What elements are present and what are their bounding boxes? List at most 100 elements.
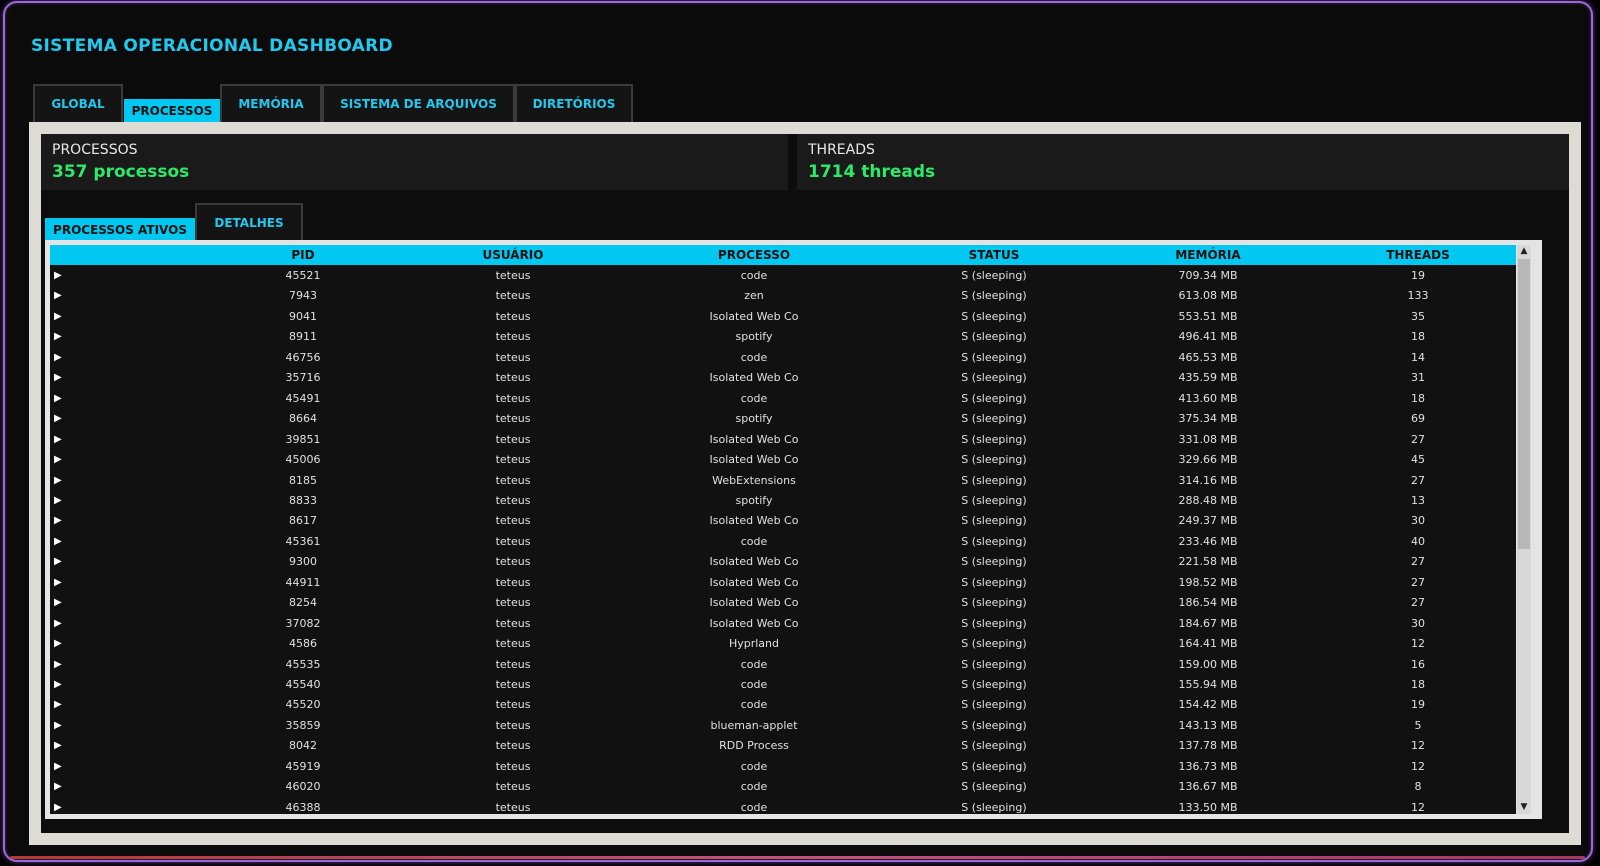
table-row[interactable]: ▶ 8911 teteus spotify S (sleeping) 496.41 MB 1… bbox=[50, 326, 1516, 347]
table-row[interactable]: ▶ 9300 teteus Isolated Web Co S (sleeping) 22… bbox=[50, 551, 1516, 572]
scroll-up-icon[interactable]: ▲ bbox=[1517, 245, 1531, 258]
cell-process: code bbox=[740, 678, 768, 691]
cell-threads: 18 bbox=[1411, 678, 1425, 691]
tab-memoria[interactable]: MEMÓRIA bbox=[220, 84, 322, 122]
expand-row-icon[interactable]: ▶ bbox=[54, 654, 62, 675]
cell-process: Isolated Web Co bbox=[709, 575, 799, 589]
tab-sistema-de-arquivos[interactable]: SISTEMA DE ARQUIVOS bbox=[322, 84, 515, 122]
column-header-processo[interactable]: PROCESSO bbox=[674, 245, 834, 265]
table-row[interactable]: ▶ 45006 teteus Isolated Web Co S (sleeping) 3… bbox=[50, 449, 1516, 470]
table-header: PID USUÁRIO PROCESSO STATUS MEMÓRIA THRE… bbox=[50, 245, 1516, 265]
table-row[interactable]: ▶ 8833 teteus spotify S (sleeping) 288.48 MB 1… bbox=[50, 490, 1516, 511]
table-row[interactable]: ▶ 8664 teteus spotify S (sleeping) 375.34 MB 6… bbox=[50, 408, 1516, 429]
cell-memory: 465.53 MB bbox=[1178, 350, 1238, 364]
table-row[interactable]: ▶ 4586 teteus Hyprland S (sleeping) 164.41 MB… bbox=[50, 633, 1516, 654]
cell-status: S (sleeping) bbox=[961, 371, 1027, 385]
table-row[interactable]: ▶ 39851 teteus Isolated Web Co S (sleeping) 3… bbox=[50, 429, 1516, 450]
expand-row-icon[interactable]: ▶ bbox=[54, 613, 62, 634]
expand-row-icon[interactable]: ▶ bbox=[54, 674, 62, 695]
cell-pid: 45521 bbox=[285, 269, 321, 282]
expand-row-icon[interactable]: ▶ bbox=[54, 490, 62, 511]
expand-row-icon[interactable]: ▶ bbox=[54, 694, 62, 715]
expand-row-icon[interactable]: ▶ bbox=[54, 715, 62, 736]
table-row[interactable]: ▶ 46756 teteus code S (sleeping) 465.53 MB 14 bbox=[50, 347, 1516, 368]
column-header-status[interactable]: STATUS bbox=[934, 245, 1054, 265]
expand-row-icon[interactable]: ▶ bbox=[54, 367, 62, 388]
cell-memory: 164.41 MB bbox=[1178, 637, 1238, 651]
expand-row-icon[interactable]: ▶ bbox=[54, 306, 62, 327]
table-row[interactable]: ▶ 9041 teteus Isolated Web Co S (sleeping) 55… bbox=[50, 306, 1516, 327]
processes-stat-label: PROCESSOS bbox=[52, 142, 138, 158]
table-row[interactable]: ▶ 46388 teteus code S (sleeping) 133.50 MB 12 bbox=[50, 797, 1516, 814]
scrollbar-thumb[interactable] bbox=[1518, 259, 1530, 549]
tab-diretorios[interactable]: DIRETÓRIOS bbox=[515, 84, 633, 122]
expand-row-icon[interactable]: ▶ bbox=[54, 592, 62, 613]
scroll-down-icon[interactable]: ▼ bbox=[1517, 801, 1531, 814]
table-row[interactable]: ▶ 35716 teteus Isolated Web Co S (sleeping) 4… bbox=[50, 367, 1516, 388]
table-row[interactable]: ▶ 8185 teteus WebExtensions S (sleeping) 314.… bbox=[50, 470, 1516, 491]
expand-row-icon[interactable]: ▶ bbox=[54, 510, 62, 531]
threads-stat-value: 1714 threads bbox=[808, 162, 936, 182]
expand-row-icon[interactable]: ▶ bbox=[54, 797, 62, 814]
cell-memory: 184.67 MB bbox=[1178, 616, 1238, 630]
expand-row-icon[interactable]: ▶ bbox=[54, 735, 62, 756]
cell-status: S (sleeping) bbox=[961, 780, 1027, 794]
window-glow-border bbox=[10, 856, 1585, 859]
cell-user: teteus bbox=[495, 412, 531, 426]
expand-row-icon[interactable]: ▶ bbox=[54, 347, 62, 368]
tab-processos[interactable]: PROCESSOS bbox=[124, 99, 220, 122]
expand-row-icon[interactable]: ▶ bbox=[54, 531, 62, 552]
expand-row-icon[interactable]: ▶ bbox=[54, 449, 62, 470]
cell-memory: 314.16 MB bbox=[1178, 473, 1238, 487]
expand-row-icon[interactable]: ▶ bbox=[54, 572, 62, 593]
expand-row-icon[interactable]: ▶ bbox=[54, 408, 62, 429]
cell-status: S (sleeping) bbox=[961, 330, 1027, 344]
tab-detalhes[interactable]: DETALHES bbox=[195, 203, 303, 241]
expand-row-icon[interactable]: ▶ bbox=[54, 388, 62, 409]
cell-status: S (sleeping) bbox=[961, 596, 1027, 610]
vertical-scrollbar[interactable]: ▲ ▼ bbox=[1517, 245, 1531, 814]
table-row[interactable]: ▶ 45520 teteus code S (sleeping) 154.42 MB 19 bbox=[50, 694, 1516, 715]
table-row[interactable]: ▶ 44911 teteus Isolated Web Co S (sleeping) 1… bbox=[50, 572, 1516, 593]
table-row[interactable]: ▶ 8254 teteus Isolated Web Co S (sleeping) 18… bbox=[50, 592, 1516, 613]
cell-user: teteus bbox=[495, 780, 531, 794]
table-row[interactable]: ▶ 8042 teteus RDD Process S (sleeping) 137.78… bbox=[50, 735, 1516, 756]
cell-status: S (sleeping) bbox=[961, 555, 1027, 569]
table-row[interactable]: ▶ 45491 teteus code S (sleeping) 413.60 MB 18 bbox=[50, 388, 1516, 409]
expand-row-icon[interactable]: ▶ bbox=[54, 470, 62, 491]
cell-process: Isolated Web Co bbox=[709, 371, 799, 385]
tab-global[interactable]: GLOBAL bbox=[33, 84, 123, 122]
tab-processos-ativos[interactable]: PROCESSOS ATIVOS bbox=[45, 218, 195, 241]
column-header-threads[interactable]: THREADS bbox=[1358, 245, 1478, 265]
table-row[interactable]: ▶ 45361 teteus code S (sleeping) 233.46 MB 40 bbox=[50, 531, 1516, 552]
expand-row-icon[interactable]: ▶ bbox=[54, 776, 62, 797]
table-row[interactable]: ▶ 35859 teteus blueman-applet S (sleeping) 14… bbox=[50, 715, 1516, 736]
expand-row-icon[interactable]: ▶ bbox=[54, 285, 62, 306]
cell-user: teteus bbox=[495, 493, 531, 507]
cell-status: S (sleeping) bbox=[961, 473, 1027, 487]
cell-user: teteus bbox=[495, 309, 531, 323]
cell-status: S (sleeping) bbox=[961, 514, 1027, 528]
cell-memory: 329.66 MB bbox=[1178, 453, 1238, 467]
table-row[interactable]: ▶ 45540 teteus code S (sleeping) 155.94 MB 18 bbox=[50, 674, 1516, 695]
column-header-pid[interactable]: PID bbox=[243, 245, 363, 265]
expand-row-icon[interactable]: ▶ bbox=[54, 633, 62, 654]
expand-row-icon[interactable]: ▶ bbox=[54, 326, 62, 347]
table-row[interactable]: ▶ 8617 teteus Isolated Web Co S (sleeping) 24… bbox=[50, 510, 1516, 531]
cell-threads: 12 bbox=[1411, 637, 1425, 651]
expand-row-icon[interactable]: ▶ bbox=[54, 429, 62, 450]
table-row[interactable]: ▶ 46020 teteus code S (sleeping) 136.67 MB 8 bbox=[50, 776, 1516, 797]
column-header-memoria[interactable]: MEMÓRIA bbox=[1148, 245, 1268, 265]
table-row[interactable]: ▶ 45919 teteus code S (sleeping) 136.73 MB 12 bbox=[50, 756, 1516, 777]
expand-row-icon[interactable]: ▶ bbox=[54, 551, 62, 572]
table-row[interactable]: ▶ 45521 teteus code S (sleeping) 709.34 MB 19 bbox=[50, 265, 1516, 286]
column-header-usuario[interactable]: USUÁRIO bbox=[453, 245, 573, 265]
cell-threads: 27 bbox=[1411, 575, 1425, 589]
table-row[interactable]: ▶ 45535 teteus code S (sleeping) 159.00 MB 16 bbox=[50, 654, 1516, 675]
expand-row-icon[interactable]: ▶ bbox=[54, 265, 62, 286]
cell-status: S (sleeping) bbox=[961, 534, 1027, 548]
table-row[interactable]: ▶ 7943 teteus zen S (sleeping) 613.08 MB 133 bbox=[50, 285, 1516, 306]
table-row[interactable]: ▶ 37082 teteus Isolated Web Co S (sleeping) 1… bbox=[50, 613, 1516, 634]
cell-user: teteus bbox=[495, 759, 531, 773]
expand-row-icon[interactable]: ▶ bbox=[54, 756, 62, 777]
